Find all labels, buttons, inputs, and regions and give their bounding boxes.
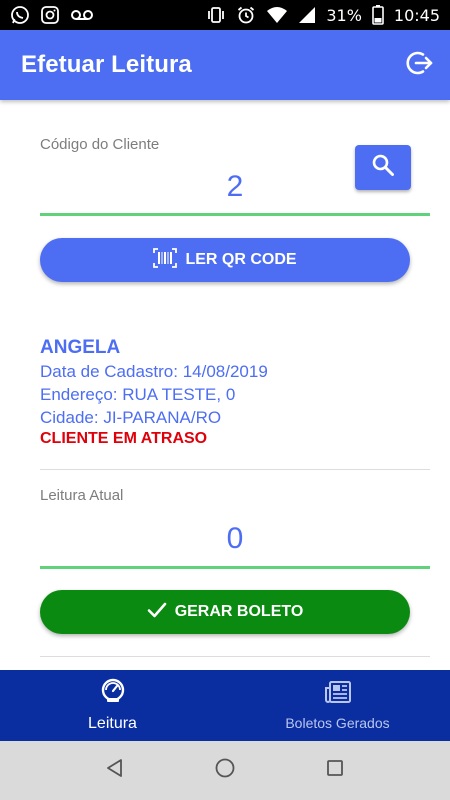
read-qr-code-button[interactable]: LER QR CODE xyxy=(40,238,410,282)
current-reading-input[interactable] xyxy=(40,519,430,559)
logout-icon xyxy=(406,49,434,82)
check-icon xyxy=(147,602,167,623)
wifi-icon xyxy=(266,6,288,24)
status-bar-left xyxy=(10,5,94,25)
whatsapp-icon xyxy=(10,5,30,25)
clock: 10:45 xyxy=(393,5,440,25)
bottom-nav: Leitura Boletos Gerados xyxy=(0,670,450,741)
nav-item-leitura[interactable]: Leitura xyxy=(0,670,225,741)
vibrate-icon xyxy=(206,5,226,25)
divider xyxy=(40,656,430,657)
current-reading-label: Leitura Atual xyxy=(40,487,124,504)
status-bar-right: 31% 10:45 xyxy=(206,5,440,25)
home-button[interactable] xyxy=(205,751,245,791)
voicemail-icon xyxy=(70,8,94,22)
home-icon xyxy=(214,757,236,784)
read-qr-code-label: LER QR CODE xyxy=(185,251,297,268)
nav-item-label: Boletos Gerados xyxy=(285,715,390,731)
system-nav-bar xyxy=(0,741,450,800)
divider xyxy=(40,469,430,470)
barcode-icon xyxy=(153,247,178,273)
client-registration-date: Data de Cadastro: 14/08/2019 xyxy=(40,362,268,381)
app-bar: Efetuar Leitura xyxy=(0,30,450,100)
logout-button[interactable] xyxy=(404,49,436,81)
back-button[interactable] xyxy=(95,751,135,791)
nav-item-label: Leitura xyxy=(88,715,137,732)
client-name: ANGELA xyxy=(40,337,121,358)
nav-item-boletos-gerados[interactable]: Boletos Gerados xyxy=(225,670,450,741)
generate-boleto-label: GERAR BOLETO xyxy=(174,603,304,620)
status-bar: 31% 10:45 xyxy=(0,0,450,30)
recents-icon xyxy=(326,759,344,782)
back-icon xyxy=(105,758,125,783)
client-code-underline xyxy=(40,213,430,216)
signal-icon xyxy=(298,6,316,24)
client-code-label: Código do Cliente xyxy=(40,136,160,153)
screen: 31% 10:45 Efetuar Leitura Código do Clie… xyxy=(0,0,450,800)
newspaper-icon xyxy=(324,680,352,709)
battery-icon xyxy=(372,5,384,25)
client-address: Endereço: RUA TESTE, 0 xyxy=(40,385,236,404)
alarm-icon xyxy=(236,5,256,25)
generate-boleto-button[interactable]: GERAR BOLETO xyxy=(40,590,410,634)
page-title: Efetuar Leitura xyxy=(21,51,192,78)
speedometer-icon xyxy=(99,678,127,709)
current-reading-underline xyxy=(40,566,430,569)
client-code-input[interactable] xyxy=(40,167,430,207)
battery-percentage: 31% xyxy=(326,5,362,25)
client-status-badge: CLIENTE EM ATRASO xyxy=(40,430,208,447)
recents-button[interactable] xyxy=(315,751,355,791)
instagram-icon xyxy=(40,5,60,25)
client-city: Cidade: JI-PARANA/RO xyxy=(40,408,222,427)
